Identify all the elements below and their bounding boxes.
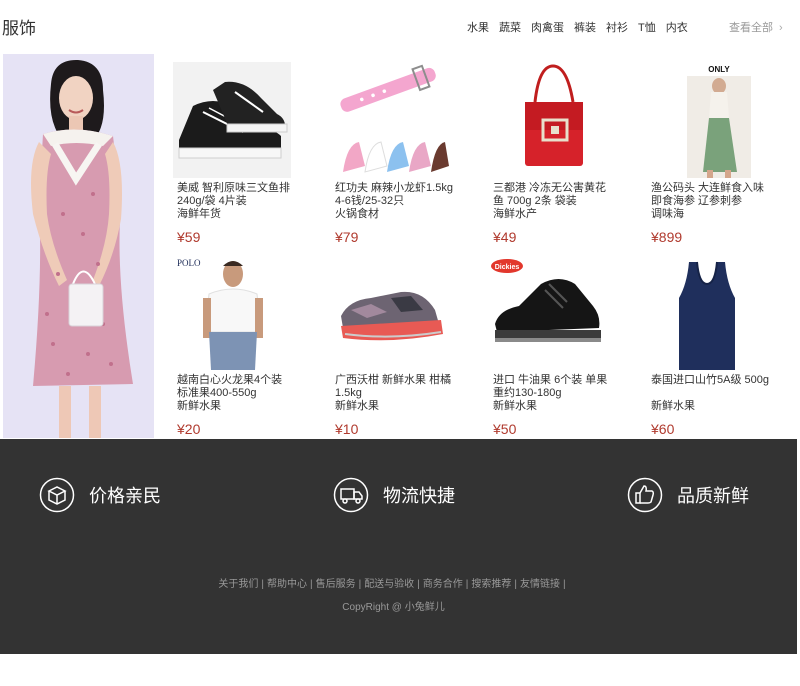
black-platform-sneakers-image xyxy=(173,62,291,178)
product-card[interactable]: 广西沃柑 新鲜水果 柑橘 1.5kg 新鲜水果 ¥10 xyxy=(317,246,475,438)
footer-links: 关于我们 | 帮助中心 | 售后服务 | 配送与验收 | 商务合作 | 搜索推荐 | 友情链接 | xyxy=(0,575,787,590)
feature-label: 品质新鲜 xyxy=(677,486,749,506)
category-link[interactable]: 衬衫 xyxy=(606,19,628,35)
link-separator: | xyxy=(465,579,469,590)
red-handbag-image xyxy=(489,62,607,178)
category-link[interactable]: 肉禽蛋 xyxy=(531,19,564,35)
link-separator: | xyxy=(358,579,362,590)
footer-link[interactable]: 售后服务 xyxy=(316,579,356,590)
footer-link[interactable]: 帮助中心 xyxy=(267,579,307,590)
product-card[interactable]: POLO 越南白心火龙果4个装 标准果400-550g 新鲜水果 ¥20 xyxy=(159,246,317,438)
link-separator: | xyxy=(417,579,420,590)
svg-text:ONLY: ONLY xyxy=(708,65,730,74)
product-name: 越南白心火龙果4个装 标准果400-550g 新鲜水果 xyxy=(177,374,283,412)
box-icon xyxy=(39,477,75,513)
product-price: ¥10 xyxy=(335,421,359,437)
link-separator: | xyxy=(514,579,518,590)
product-name: 红功夫 麻辣小龙虾1.5kg 4-6钱/25-32只 火锅食材 xyxy=(335,182,453,220)
footer-link[interactable]: 商务合作 xyxy=(423,579,463,590)
product-name: 进口 牛油果 6个装 单果 重约130-180g 新鲜水果 xyxy=(493,374,608,412)
link-separator: | xyxy=(309,579,313,590)
product-price: ¥79 xyxy=(335,229,359,245)
woman-in-pink-floral-dress-image xyxy=(3,54,154,438)
section-header: 服饰 水果 蔬菜 肉禽蛋 裤装 衬衫 T恤 内衣 查看全部 › xyxy=(0,0,800,52)
feature-label: 价格亲民 xyxy=(89,486,161,506)
product-card[interactable]: 三都港 冷冻无公害黄花 鱼 700g 2条 袋装 海鲜水产 ¥49 xyxy=(475,54,633,246)
feature-price: 价格亲民 xyxy=(39,477,161,513)
hero-banner-image[interactable] xyxy=(3,54,154,438)
dickies-black-shoe-image: Dickies xyxy=(489,254,607,370)
truck-icon xyxy=(333,477,369,513)
category-nav: 水果 蔬菜 肉禽蛋 裤装 衬衫 T恤 内衣 xyxy=(467,19,698,35)
feature-logistics: 物流快捷 xyxy=(333,477,455,513)
product-grid: 美威 智利原味三文鱼排 240g/袋 4片装 海鲜年货 ¥59 红功夫 麻辣小龙… xyxy=(159,54,799,438)
copyright-text: CopyRight @ 小兔鲜儿 xyxy=(342,602,445,613)
grey-running-shoe-image xyxy=(331,254,449,370)
category-link[interactable]: 内衣 xyxy=(666,19,688,35)
product-name: 美威 智利原味三文鱼排 240g/袋 4片装 海鲜年货 xyxy=(177,182,291,220)
svg-text:POLO: POLO xyxy=(177,258,201,268)
product-price: ¥60 xyxy=(651,421,675,437)
section-title: 服饰 xyxy=(2,19,36,38)
link-separator: | xyxy=(563,579,566,590)
product-name: 泰国进口山竹5A级 500g 新鲜水果 xyxy=(651,374,769,412)
feature-label: 物流快捷 xyxy=(383,486,455,506)
product-card[interactable]: 红功夫 麻辣小龙虾1.5kg 4-6钱/25-32只 火锅食材 ¥79 xyxy=(317,54,475,246)
category-link[interactable]: 蔬菜 xyxy=(499,19,521,35)
product-price: ¥59 xyxy=(177,229,201,245)
polo-white-tshirt-model-image: POLO xyxy=(173,254,291,370)
product-card[interactable]: ONLY 渔公码头 大连鲜食入味 即食海参 辽参刺参 调味海 ¥899 xyxy=(633,54,791,246)
footer-link[interactable]: 配送与验收 xyxy=(364,579,414,590)
chevron-right-icon: › xyxy=(779,22,783,34)
category-link[interactable]: T恤 xyxy=(638,19,656,35)
svg-text:Dickies: Dickies xyxy=(495,264,520,271)
product-price: ¥899 xyxy=(651,229,683,245)
product-price: ¥50 xyxy=(493,421,517,437)
footer-link[interactable]: 友情链接 xyxy=(520,579,560,590)
only-brand-model-image: ONLY xyxy=(647,62,765,178)
footer-link[interactable]: 关于我们 xyxy=(218,579,258,590)
category-link[interactable]: 水果 xyxy=(467,19,489,35)
thumbs-up-icon xyxy=(627,477,663,513)
link-separator: | xyxy=(261,579,264,590)
product-card[interactable]: Dickies 进口 牛油果 6个装 单果 重约130-180g 新鲜水果 ¥5… xyxy=(475,246,633,438)
product-price: ¥20 xyxy=(177,421,201,437)
product-price: ¥49 xyxy=(493,229,517,245)
view-all-link[interactable]: 查看全部 › xyxy=(729,19,783,35)
watch-straps-image xyxy=(331,62,449,178)
product-card[interactable]: 泰国进口山竹5A级 500g 新鲜水果 ¥60 xyxy=(633,246,791,438)
product-name: 三都港 冷冻无公害黄花 鱼 700g 2条 袋装 海鲜水产 xyxy=(493,182,607,220)
product-name: 渔公码头 大连鲜食入味 即食海参 辽参刺参 调味海 xyxy=(651,182,765,220)
feature-quality: 品质新鲜 xyxy=(627,477,749,513)
navy-tank-top-image xyxy=(647,254,765,370)
site-footer: 价格亲民 物流快捷 品质新鲜 关于我们 | 帮助中心 | 售后服务 | 配送与验收 | 商务合作… xyxy=(0,439,797,654)
view-all-label: 查看全部 xyxy=(729,22,773,34)
footer-link[interactable]: 搜索推荐 xyxy=(471,579,511,590)
product-card[interactable]: 美威 智利原味三文鱼排 240g/袋 4片装 海鲜年货 ¥59 xyxy=(159,54,317,246)
category-link[interactable]: 裤装 xyxy=(574,19,596,35)
product-name: 广西沃柑 新鲜水果 柑橘 1.5kg 新鲜水果 xyxy=(335,374,452,412)
